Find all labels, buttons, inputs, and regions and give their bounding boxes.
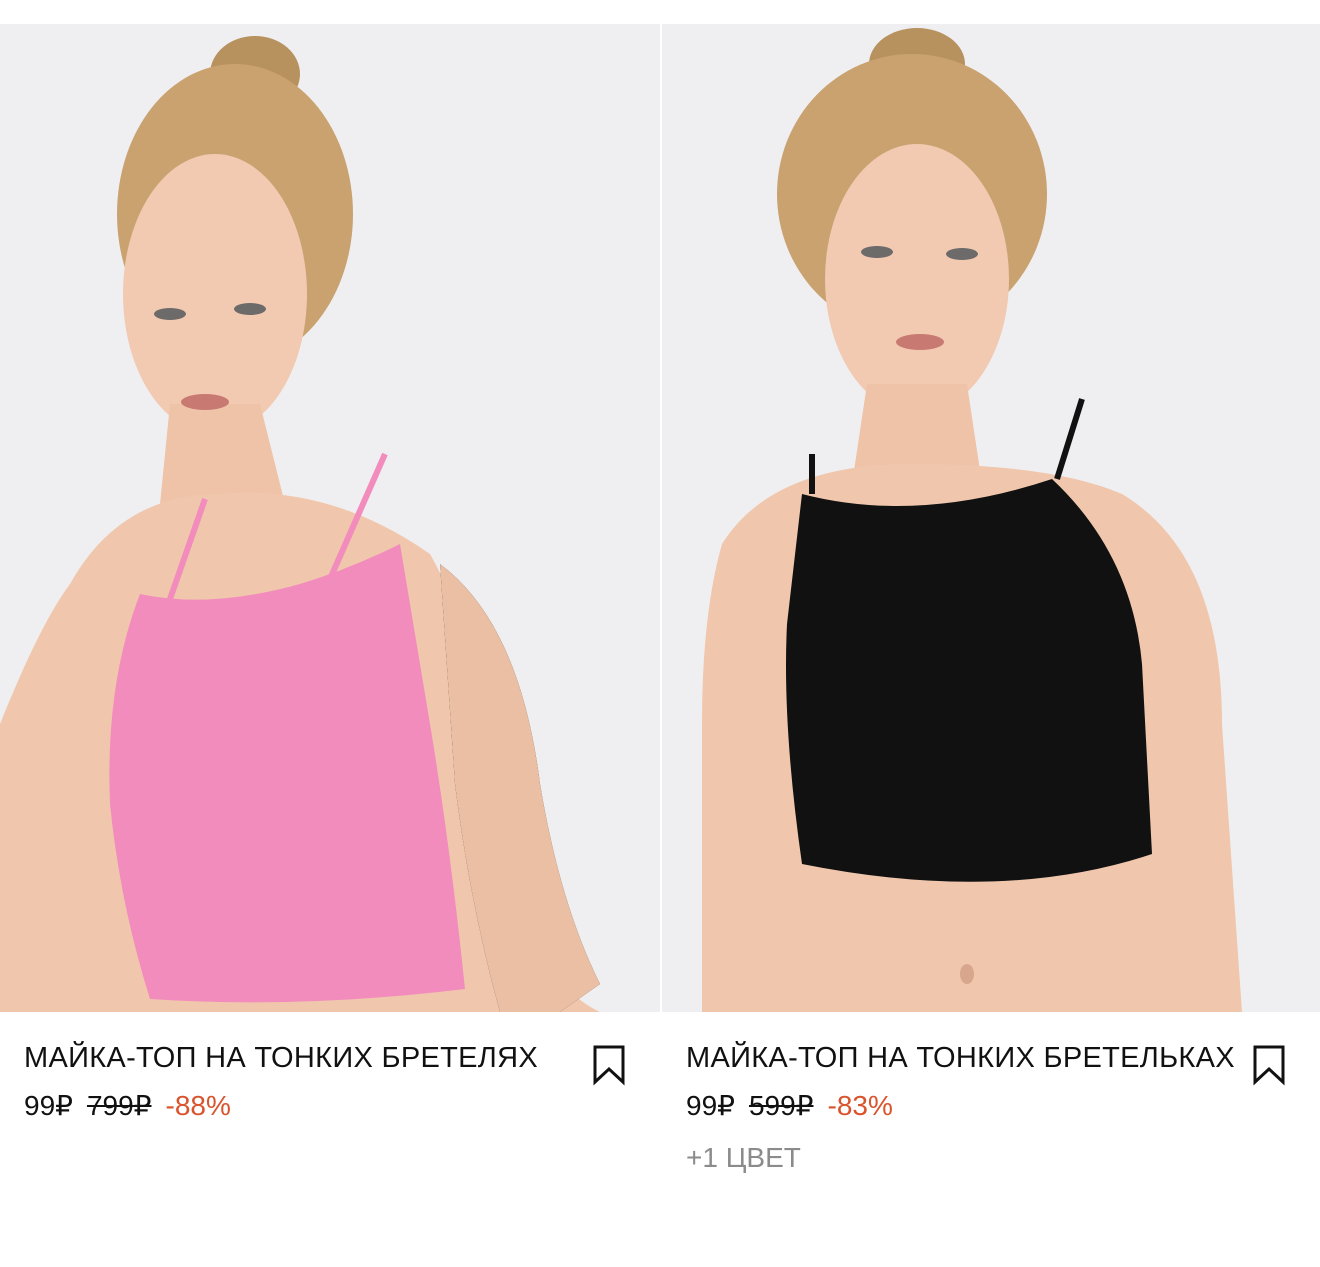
product-image[interactable] <box>662 24 1320 1012</box>
product-card[interactable]: МАЙКА-ТОП НА ТОНКИХ БРЕТЕЛЯХ 99₽ 799₽ -88% <box>0 0 660 1267</box>
product-info: МАЙКА-ТОП НА ТОНКИХ БРЕТЕЛЯХ 99₽ 799₽ -88% <box>24 1026 636 1130</box>
product-photo-illustration <box>662 24 1320 1012</box>
discount-badge: -83% <box>827 1090 893 1121</box>
price-old: 799₽ <box>86 1090 152 1121</box>
discount-badge: -88% <box>165 1090 231 1121</box>
product-card[interactable]: МАЙКА-ТОП НА ТОНКИХ БРЕТЕЛЬКАХ 99₽ 599₽ -8… <box>662 0 1320 1267</box>
product-image[interactable] <box>0 24 660 1012</box>
product-title[interactable]: МАЙКА-ТОП НА ТОНКИХ БРЕТЕЛЯХ <box>24 1026 576 1082</box>
product-title[interactable]: МАЙКА-ТОП НА ТОНКИХ БРЕТЕЛЬКАХ <box>686 1026 1236 1082</box>
product-info: МАЙКА-ТОП НА ТОНКИХ БРЕТЕЛЬКАХ 99₽ 599₽ -8… <box>686 1026 1296 1182</box>
more-colors-label[interactable]: +1 ЦВЕТ <box>686 1134 1296 1182</box>
price-row: 99₽ 799₽ -88% <box>24 1082 636 1130</box>
bookmark-icon[interactable] <box>592 1044 626 1086</box>
product-photo-illustration <box>0 24 660 1012</box>
price-current: 99₽ <box>24 1090 73 1121</box>
product-grid: МАЙКА-ТОП НА ТОНКИХ БРЕТЕЛЯХ 99₽ 799₽ -88% <box>0 0 1320 1267</box>
bookmark-icon[interactable] <box>1252 1044 1286 1086</box>
price-current: 99₽ <box>686 1090 735 1121</box>
price-row: 99₽ 599₽ -83% <box>686 1082 1296 1130</box>
price-old: 599₽ <box>748 1090 814 1121</box>
